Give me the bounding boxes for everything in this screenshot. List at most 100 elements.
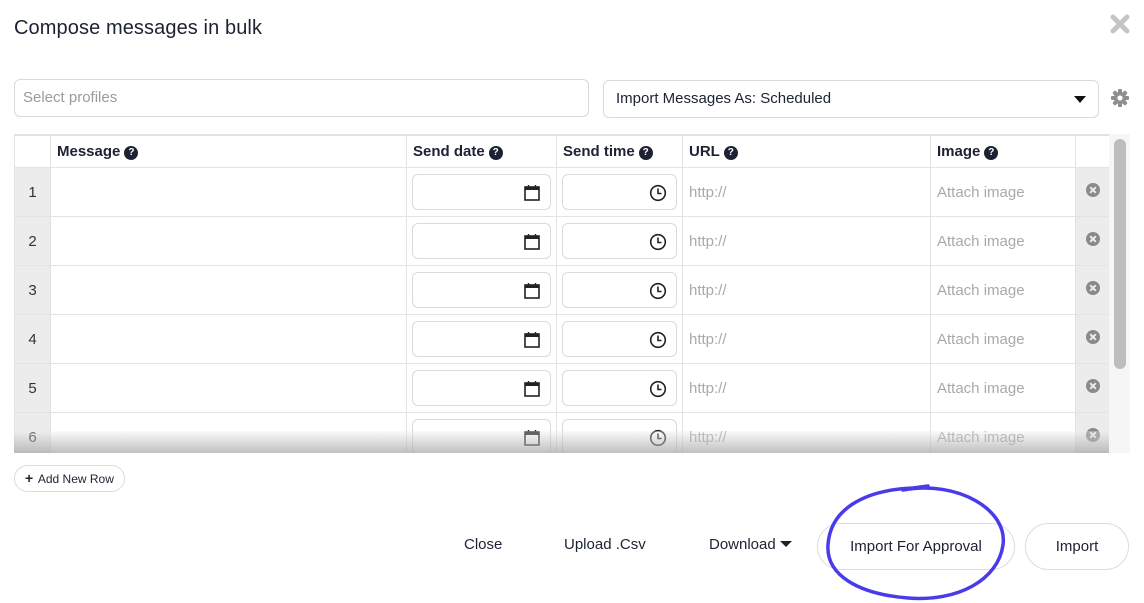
url-cell[interactable]: http:// <box>682 314 931 364</box>
header-actions <box>1075 135 1109 168</box>
header-url: URL? <box>682 135 931 168</box>
remove-row-icon[interactable] <box>1085 329 1100 344</box>
image-cell[interactable]: Attach image <box>930 216 1076 266</box>
delete-row-cell <box>1075 314 1109 364</box>
clock-icon <box>649 331 667 349</box>
url-placeholder: http:// <box>689 232 727 250</box>
send-time-input[interactable] <box>562 272 677 308</box>
send-time-cell <box>556 363 683 413</box>
row-number: 5 <box>14 363 51 413</box>
calendar-icon <box>524 283 540 299</box>
send-time-cell <box>556 265 683 315</box>
send-date-cell <box>406 216 557 266</box>
remove-row-icon[interactable] <box>1085 280 1100 295</box>
url-placeholder: http:// <box>689 330 727 348</box>
send-date-cell <box>406 363 557 413</box>
send-date-input[interactable] <box>412 272 551 308</box>
help-icon[interactable]: ? <box>984 146 999 160</box>
table-row: 2 http:// Attach image <box>14 216 1109 266</box>
send-date-cell <box>406 412 557 453</box>
header-image: Image? <box>930 135 1076 168</box>
url-cell[interactable]: http:// <box>682 216 931 266</box>
attach-image-placeholder: Attach image <box>937 232 1025 250</box>
scrollbar-thumb[interactable] <box>1114 139 1126 369</box>
remove-row-icon[interactable] <box>1085 231 1100 246</box>
send-time-input[interactable] <box>562 370 677 406</box>
message-cell[interactable] <box>50 265 407 315</box>
attach-image-placeholder: Attach image <box>937 428 1025 446</box>
send-date-input[interactable] <box>412 223 551 259</box>
attach-image-placeholder: Attach image <box>937 281 1025 299</box>
add-new-row-label: Add New Row <box>37 472 114 486</box>
download-label: Download <box>709 536 776 553</box>
remove-row-icon[interactable] <box>1085 427 1100 442</box>
close-button[interactable]: Close <box>464 536 502 553</box>
table-row: 1 http:// Attach image <box>14 167 1109 217</box>
url-cell[interactable]: http:// <box>682 167 931 217</box>
header-rownum <box>14 135 51 168</box>
url-cell[interactable]: http:// <box>682 363 931 413</box>
download-button[interactable]: Download <box>709 536 792 553</box>
clock-icon <box>649 429 667 447</box>
remove-row-icon[interactable] <box>1085 182 1100 197</box>
send-time-cell <box>556 167 683 217</box>
send-time-input[interactable] <box>562 419 677 453</box>
message-cell[interactable] <box>50 216 407 266</box>
send-date-input[interactable] <box>412 370 551 406</box>
delete-row-cell <box>1075 265 1109 315</box>
message-cell[interactable] <box>50 363 407 413</box>
upload-csv-button[interactable]: Upload .Csv <box>564 536 646 553</box>
add-new-row-button[interactable]: + Add New Row <box>14 465 125 492</box>
help-icon[interactable]: ? <box>638 146 653 160</box>
table-row: 5 http:// Attach image <box>14 363 1109 413</box>
delete-row-cell <box>1075 363 1109 413</box>
table-row: 4 http:// Attach image <box>14 314 1109 364</box>
message-cell[interactable] <box>50 167 407 217</box>
row-number: 3 <box>14 265 51 315</box>
send-date-input[interactable] <box>412 321 551 357</box>
messages-grid: Message? Send date? Send time? URL? Imag… <box>14 134 1109 453</box>
import-as-label: Import Messages As: Scheduled <box>616 90 832 107</box>
image-cell[interactable]: Attach image <box>930 314 1076 364</box>
send-time-input[interactable] <box>562 321 677 357</box>
url-cell[interactable]: http:// <box>682 265 931 315</box>
url-placeholder: http:// <box>689 428 727 446</box>
import-button[interactable]: Import <box>1025 523 1129 570</box>
header-send-time: Send time? <box>556 135 683 168</box>
help-icon[interactable]: ? <box>488 146 503 160</box>
message-cell[interactable] <box>50 314 407 364</box>
attach-image-placeholder: Attach image <box>937 183 1025 201</box>
send-time-cell <box>556 216 683 266</box>
clock-icon <box>649 282 667 300</box>
image-cell[interactable]: Attach image <box>930 412 1076 453</box>
grid-header-row: Message? Send date? Send time? URL? Imag… <box>14 135 1109 168</box>
row-number: 1 <box>14 167 51 217</box>
plus-icon: + <box>25 470 34 486</box>
image-cell[interactable]: Attach image <box>930 167 1076 217</box>
attach-image-placeholder: Attach image <box>937 330 1025 348</box>
help-icon[interactable]: ? <box>124 146 139 160</box>
clock-icon <box>649 380 667 398</box>
remove-row-icon[interactable] <box>1085 378 1100 393</box>
send-time-input[interactable] <box>562 223 677 259</box>
send-date-cell <box>406 314 557 364</box>
import-for-approval-button[interactable]: Import For Approval <box>817 523 1015 570</box>
gear-icon[interactable] <box>1110 88 1130 108</box>
image-cell[interactable]: Attach image <box>930 265 1076 315</box>
send-time-input[interactable] <box>562 174 677 210</box>
image-cell[interactable]: Attach image <box>930 363 1076 413</box>
clock-icon <box>649 184 667 202</box>
select-profiles-input[interactable]: Select profiles <box>14 79 589 117</box>
message-cell[interactable] <box>50 412 407 453</box>
url-placeholder: http:// <box>689 379 727 397</box>
import-as-dropdown[interactable]: Import Messages As: Scheduled <box>603 80 1099 118</box>
header-send-date: Send date? <box>406 135 557 168</box>
delete-row-cell <box>1075 412 1109 453</box>
delete-row-cell <box>1075 216 1109 266</box>
calendar-icon <box>524 185 540 201</box>
send-date-input[interactable] <box>412 174 551 210</box>
close-icon[interactable] <box>1110 14 1130 36</box>
send-date-input[interactable] <box>412 419 551 453</box>
help-icon[interactable]: ? <box>723 146 738 160</box>
url-cell[interactable]: http:// <box>682 412 931 453</box>
